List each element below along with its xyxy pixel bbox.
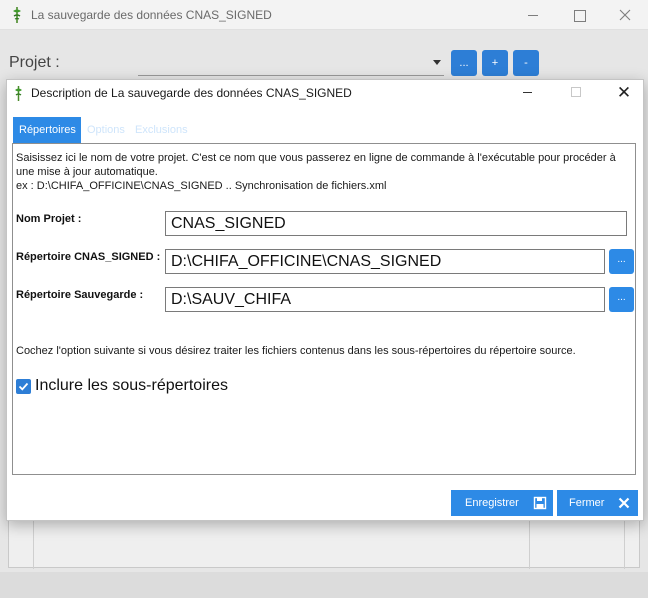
repertoire-sauvegarde-input[interactable]: D:\SAUV_CHIFA xyxy=(165,287,605,312)
description-text: Saisissez ici le nom de votre projet. C'… xyxy=(16,151,634,193)
app-logo-icon xyxy=(15,86,22,101)
main-titlebar: La sauvegarde des données CNAS_SIGNED xyxy=(0,0,648,30)
dialog-titlebar: Description de La sauvegarde des données… xyxy=(7,80,643,108)
tab-repertoires[interactable]: Répertoires xyxy=(13,117,81,143)
dialog-close-button[interactable]: ✕ xyxy=(614,83,634,103)
tab-options[interactable]: Options xyxy=(81,117,129,143)
save-button[interactable]: Enregistrer xyxy=(451,490,553,516)
floppy-disk-icon xyxy=(533,496,547,510)
close-icon xyxy=(619,9,631,21)
checkmark-icon xyxy=(18,382,29,391)
close-x-icon xyxy=(618,497,630,509)
repertoire-source-browse-button[interactable]: ... xyxy=(609,249,634,274)
option-description: Cochez l'option suivante si vous désirez… xyxy=(16,345,576,357)
projet-add-button[interactable]: + xyxy=(482,50,508,76)
grid-divider xyxy=(529,521,530,569)
maximize-button[interactable] xyxy=(556,0,602,30)
close-button[interactable] xyxy=(602,0,648,30)
close-dialog-button[interactable]: Fermer xyxy=(557,490,638,516)
nom-projet-label: Nom Projet : xyxy=(16,213,82,225)
repertoire-sauvegarde-label: Répertoire Sauvegarde : xyxy=(16,289,144,301)
include-subdirs-label: Inclure les sous-répertoires xyxy=(35,377,228,394)
main-window-title: La sauvegarde des données CNAS_SIGNED xyxy=(31,8,272,22)
app-logo-icon xyxy=(13,7,21,23)
close-button-label: Fermer xyxy=(569,497,605,509)
projet-label: Projet : xyxy=(9,54,60,71)
projects-grid[interactable] xyxy=(8,520,640,569)
status-strip xyxy=(0,572,648,598)
description-dialog: Description de La sauvegarde des données… xyxy=(6,79,644,521)
include-subdirs-checkbox[interactable] xyxy=(16,379,31,394)
dialog-minimize-button[interactable] xyxy=(523,92,532,93)
repertoire-source-input[interactable]: D:\CHIFA_OFFICINE\CNAS_SIGNED xyxy=(165,249,605,274)
chevron-down-icon xyxy=(433,60,441,65)
repertoire-sauvegarde-browse-button[interactable]: ... xyxy=(609,287,634,312)
tab-exclusions[interactable]: Exclusions xyxy=(129,117,195,143)
dialog-maximize-button[interactable] xyxy=(571,87,581,97)
grid-divider xyxy=(624,521,625,569)
nom-projet-input[interactable]: CNAS_SIGNED xyxy=(165,211,627,236)
dialog-title: Description de La sauvegarde des données… xyxy=(31,86,352,100)
repertoires-panel: Saisissez ici le nom de votre projet. C'… xyxy=(12,143,636,475)
minimize-button[interactable] xyxy=(510,0,556,30)
repertoire-source-label: Répertoire CNAS_SIGNED : xyxy=(16,251,161,263)
projet-browse-button[interactable]: ... xyxy=(451,50,477,76)
description-line: Saisissez ici le nom de votre projet. C'… xyxy=(16,152,616,178)
projet-select[interactable] xyxy=(138,54,444,76)
grid-divider xyxy=(33,521,34,569)
projet-remove-button[interactable]: - xyxy=(513,50,539,76)
projet-row: Projet : ... + - xyxy=(0,44,648,80)
save-button-label: Enregistrer xyxy=(465,497,519,509)
description-example: ex : D:\CHIFA_OFFICINE\CNAS_SIGNED .. Sy… xyxy=(16,180,387,192)
